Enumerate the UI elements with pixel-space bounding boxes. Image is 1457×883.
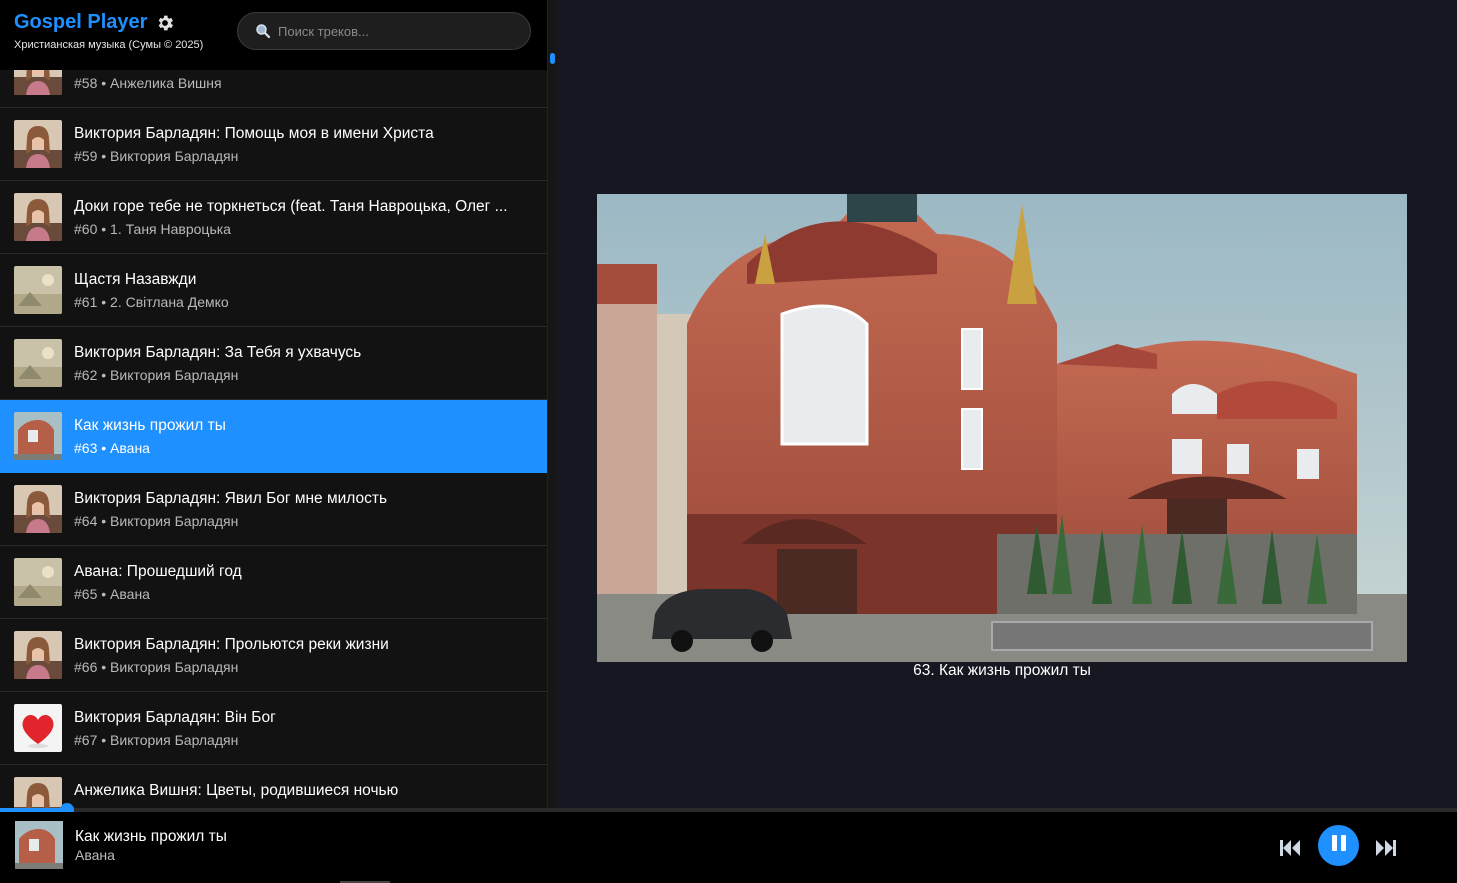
app-window: #58 • Анжелика Вишня Виктория Барладян: П… [0, 0, 1457, 883]
app-title-row: Gospel Player [14, 11, 175, 34]
search-box[interactable] [237, 12, 531, 50]
app-title: Gospel Player [14, 11, 148, 33]
track-list[interactable]: #58 • Анжелика Вишня Виктория Барладян: П… [0, 35, 547, 810]
track-row-active[interactable]: Как жизнь прожил ты #63 • Авана [0, 400, 547, 473]
player-bar: Как жизнь прожил ты Авана [0, 812, 1457, 883]
portrait-cover-thumbnail [14, 485, 62, 533]
track-meta: #62 • Виктория Барладян [74, 367, 239, 383]
portrait-cover-thumbnail [14, 193, 62, 241]
track-row[interactable]: Анжелика Вишня: Цветы, родившиеся ночью [0, 765, 547, 810]
now-playing-thumbnail [15, 821, 63, 869]
track-meta: #64 • Виктория Барладян [74, 513, 239, 529]
track-meta: #65 • Авана [74, 586, 150, 602]
portrait-cover-thumbnail [14, 777, 62, 810]
heart-cover-thumbnail [14, 704, 62, 752]
now-playing-title: Как жизнь прожил ты [75, 828, 227, 845]
sidebar: #58 • Анжелика Вишня Виктория Барладян: П… [0, 0, 547, 810]
track-row[interactable]: Доки горе тебе не торкнеться (feat. Таня… [0, 181, 547, 254]
album-cover-thumbnail [14, 339, 62, 387]
track-meta: #59 • Виктория Барладян [74, 148, 239, 164]
album-cover-thumbnail [14, 266, 62, 314]
track-title: Виктория Барладян: Явил Бог мне милость [74, 490, 388, 507]
track-title: Доки горе тебе не торкнеться (feat. Таня… [74, 198, 508, 215]
track-title: Анжелика Вишня: Цветы, родившиеся ночью [74, 782, 399, 799]
track-row[interactable]: Виктория Барладян: За Тебя я ухвачусь #62… [0, 327, 547, 400]
track-meta: #66 • Виктория Барладян [74, 659, 239, 675]
track-row[interactable]: Щастя Назавжди #61 • 2. Світлана Демко [0, 254, 547, 327]
now-playing-artist: Авана [75, 847, 115, 863]
track-row[interactable]: Виктория Барладян: Він Бог #67 • Виктория… [0, 692, 547, 765]
album-cover-thumbnail [14, 558, 62, 606]
gear-icon[interactable] [155, 13, 175, 33]
track-title: Щастя Назавжди [74, 271, 197, 288]
track-title: Авана: Прошедший год [74, 563, 242, 580]
portrait-cover-thumbnail [14, 631, 62, 679]
track-title: Виктория Барладян: За Тебя я ухвачусь [74, 344, 362, 361]
track-row[interactable]: Авана: Прошедший год #65 • Авана [0, 546, 547, 619]
scrollbar-thumb[interactable] [550, 53, 555, 64]
track-meta: #63 • Авана [74, 440, 150, 456]
app-subtitle: Христианская музыка (Сумы © 2025) [14, 39, 204, 51]
sidebar-header: Gospel Player Христианская музыка (Сумы … [0, 0, 547, 70]
skip-next-icon[interactable] [1374, 836, 1398, 860]
portrait-cover-thumbnail [14, 120, 62, 168]
track-title: Виктория Барладян: Прольются реки жизни [74, 636, 389, 653]
track-meta: #58 • Анжелика Вишня [74, 75, 222, 91]
track-meta: #61 • 2. Світлана Демко [74, 294, 229, 310]
skip-previous-icon[interactable] [1278, 836, 1302, 860]
now-playing-caption: 63. Как жизнь прожил ты [913, 662, 1091, 679]
track-meta: #67 • Виктория Барладян [74, 732, 239, 748]
search-icon [254, 22, 272, 40]
track-meta: #60 • 1. Таня Навроцька [74, 221, 231, 237]
track-title: Виктория Барладян: Він Бог [74, 709, 276, 726]
track-title: Как жизнь прожил ты [74, 417, 226, 434]
sidebar-scrollbar[interactable] [547, 0, 557, 810]
track-row[interactable]: Виктория Барладян: Явил Бог мне милость #… [0, 473, 547, 546]
track-title: Виктория Барладян: Помощь моя в имени Хр… [74, 125, 434, 142]
cover-image [597, 194, 1407, 662]
main-panel: 63. Как жизнь прожил ты [557, 0, 1457, 810]
track-row[interactable]: Виктория Барладян: Прольются реки жизни #… [0, 619, 547, 692]
building-cover-thumbnail [14, 412, 62, 460]
play-pause-button[interactable] [1318, 825, 1359, 866]
pause-icon [1331, 834, 1347, 857]
track-row[interactable]: Виктория Барладян: Помощь моя в имени Хр… [0, 108, 547, 181]
search-input[interactable] [278, 23, 518, 39]
